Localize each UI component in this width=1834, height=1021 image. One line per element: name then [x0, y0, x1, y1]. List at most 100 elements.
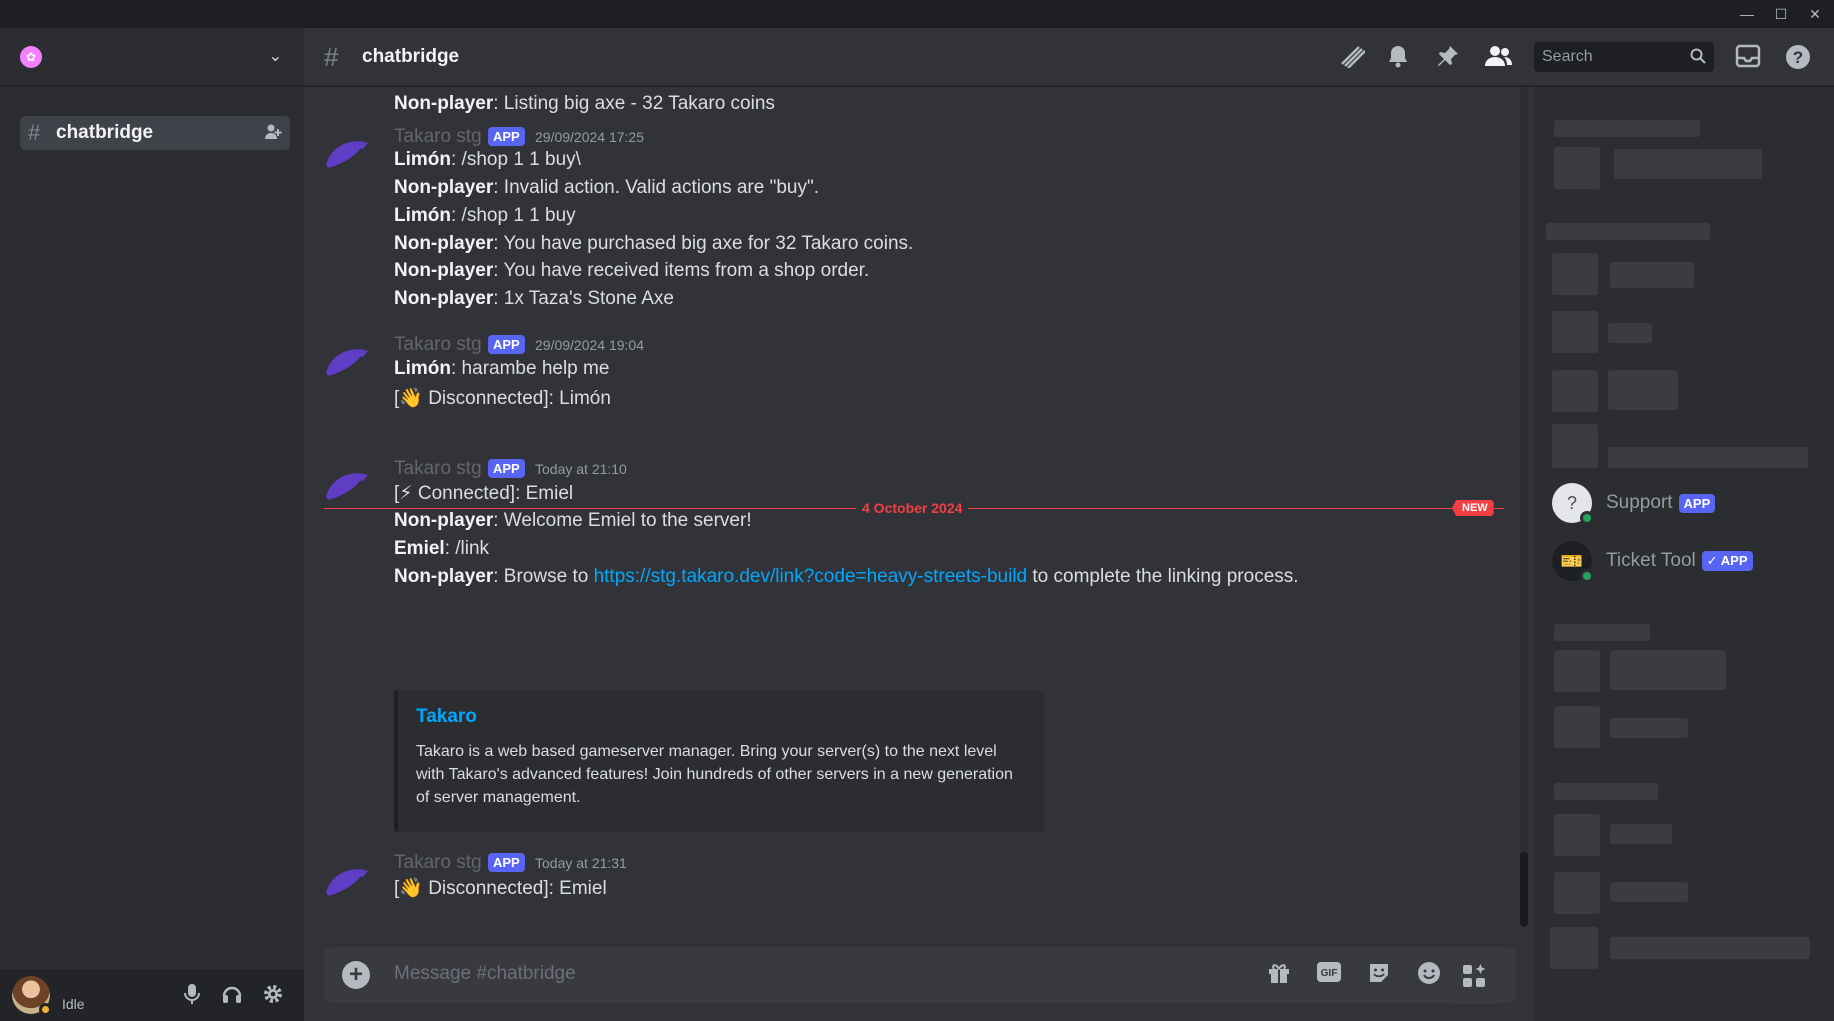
search-input[interactable]: Search: [1534, 42, 1714, 72]
list-item: Non-player: Browse to https://stg.takaro…: [394, 566, 1299, 587]
maximize-button[interactable]: ☐: [1764, 0, 1798, 28]
loading-placeholder: [1554, 872, 1600, 914]
list-item: Emiel: /link: [394, 538, 490, 559]
members-icon[interactable]: [1484, 44, 1512, 74]
loading-placeholder: [1552, 424, 1598, 468]
online-status-icon: [1580, 569, 1594, 583]
scrollbar[interactable]: [1520, 87, 1528, 927]
list-item: Non-player: You have received items from…: [394, 260, 870, 281]
message-list: Non-player: Listing big axe - 32 Takaro …: [304, 87, 1534, 1021]
add-attachment-button[interactable]: +: [342, 961, 370, 989]
verified-app-badge: ✓ APP: [1701, 551, 1753, 571]
takaro-avatar-icon[interactable]: [322, 857, 372, 907]
online-status-icon: [1580, 511, 1594, 525]
loading-placeholder: [1546, 223, 1710, 240]
member-name: Ticket Tool: [1606, 550, 1696, 571]
gif-button[interactable]: GIF: [1314, 961, 1344, 989]
channel-label: chatbridge: [56, 122, 154, 143]
headphones-icon[interactable]: [221, 983, 243, 1011]
embed-title[interactable]: Takaro: [416, 706, 1026, 728]
svg-text:GIF: GIF: [1321, 968, 1338, 979]
support-avatar-icon: ?: [1552, 483, 1594, 525]
bell-icon[interactable]: [1384, 44, 1412, 74]
svg-text:?: ?: [1793, 48, 1803, 67]
loading-placeholder: [1554, 706, 1600, 748]
takaro-avatar-icon[interactable]: [322, 337, 372, 387]
loading-placeholder: [1552, 370, 1598, 412]
inbox-icon[interactable]: [1734, 44, 1762, 74]
message-author[interactable]: Takaro stg: [394, 458, 482, 480]
pin-icon[interactable]: [1434, 44, 1462, 74]
loading-placeholder: [1608, 323, 1652, 343]
user-panel: Idle: [0, 969, 304, 1021]
server-header[interactable]: ✿ ⌄: [0, 28, 304, 86]
loading-placeholder: [1554, 624, 1650, 641]
loading-placeholder: [1610, 937, 1810, 959]
scroll-thumb[interactable]: [1520, 852, 1528, 927]
help-icon[interactable]: ?: [1784, 44, 1812, 76]
message-input[interactable]: Message #chatbridge: [394, 963, 576, 985]
loading-placeholder: [1610, 824, 1672, 844]
divider-date: 4 October 2024: [856, 500, 969, 516]
sidebar-item-chatbridge[interactable]: # chatbridge: [20, 116, 290, 150]
member-name: Support: [1606, 492, 1673, 513]
loading-placeholder: [1554, 120, 1700, 137]
hash-icon: #: [324, 42, 339, 72]
loading-placeholder: [1610, 882, 1688, 902]
channel-header: # chatbridge Search ?: [304, 28, 1834, 86]
list-item: [👋 Disconnected]: Emiel: [394, 878, 607, 899]
loading-placeholder: [1554, 783, 1658, 800]
app-badge: APP: [488, 127, 525, 146]
loading-placeholder: [1554, 814, 1600, 856]
new-badge: NEW: [1452, 500, 1494, 516]
member-support[interactable]: ? Support APP: [1552, 481, 1716, 525]
message-timestamp: 29/09/2024 19:04: [535, 337, 644, 353]
avatar[interactable]: [12, 976, 52, 1016]
user-status-text: Idle: [62, 996, 85, 1012]
emoji-icon[interactable]: [1414, 961, 1444, 991]
gear-icon[interactable]: [262, 983, 284, 1011]
ticket-avatar-icon: 🎫: [1552, 541, 1594, 583]
message-author[interactable]: Takaro stg: [394, 334, 482, 356]
list-item: Limón: /shop 1 1 buy: [394, 205, 576, 226]
message-author[interactable]: Takaro stg: [394, 852, 482, 874]
list-item: Non-player: Welcome Emiel to the server!: [394, 510, 752, 531]
list-item: Non-player: Listing big axe - 32 Takaro …: [394, 93, 775, 114]
message-timestamp: Today at 21:10: [535, 461, 627, 477]
close-button[interactable]: ✕: [1798, 0, 1832, 28]
loading-placeholder: [1554, 147, 1600, 189]
title-bar: — ☐ ✕: [0, 0, 1834, 28]
invite-user-icon[interactable]: [264, 123, 282, 146]
chevron-down-icon[interactable]: ⌄: [269, 46, 282, 66]
search-icon: [1690, 48, 1706, 69]
takaro-avatar-icon[interactable]: [322, 129, 372, 179]
apps-button[interactable]: [1446, 948, 1502, 1004]
loading-placeholder: [1608, 370, 1678, 410]
threads-icon[interactable]: [1338, 44, 1366, 74]
link-embed: Takaro Takaro is a web based gameserver …: [394, 690, 1044, 832]
link-url[interactable]: https://stg.takaro.dev/link?code=heavy-s…: [594, 566, 1028, 587]
sticker-icon[interactable]: [1364, 961, 1394, 991]
loading-placeholder: [1552, 253, 1598, 295]
member-ticket-tool[interactable]: 🎫 Ticket Tool ✓ APP: [1552, 539, 1753, 583]
message-author[interactable]: Takaro stg: [394, 126, 482, 148]
list-item: Limón: /shop 1 1 buy\: [394, 149, 581, 170]
loading-placeholder: [1610, 718, 1688, 738]
page-title: chatbridge: [362, 46, 460, 67]
loading-placeholder: [1608, 447, 1808, 468]
microphone-icon[interactable]: [182, 983, 202, 1011]
loading-placeholder: [1554, 650, 1600, 692]
list-item: [👋 Disconnected]: Limón: [394, 388, 611, 409]
message-timestamp: 29/09/2024 17:25: [535, 129, 644, 145]
loading-placeholder: [1550, 927, 1598, 969]
list-item: [⚡ Connected]: Emiel: [394, 483, 574, 504]
loading-placeholder: [1614, 149, 1762, 179]
takaro-avatar-icon[interactable]: [322, 461, 372, 511]
server-logo-icon: ✿: [20, 45, 42, 68]
list-item: Non-player: Invalid action. Valid action…: [394, 177, 820, 198]
minimize-button[interactable]: —: [1730, 0, 1764, 28]
message-composer: + Message #chatbridge GIF: [324, 947, 1516, 1003]
search-placeholder: Search: [1542, 48, 1593, 65]
gift-icon[interactable]: [1264, 961, 1294, 991]
member-list: ? Support APP 🎫 Ticket Tool ✓ APP: [1534, 87, 1834, 1021]
